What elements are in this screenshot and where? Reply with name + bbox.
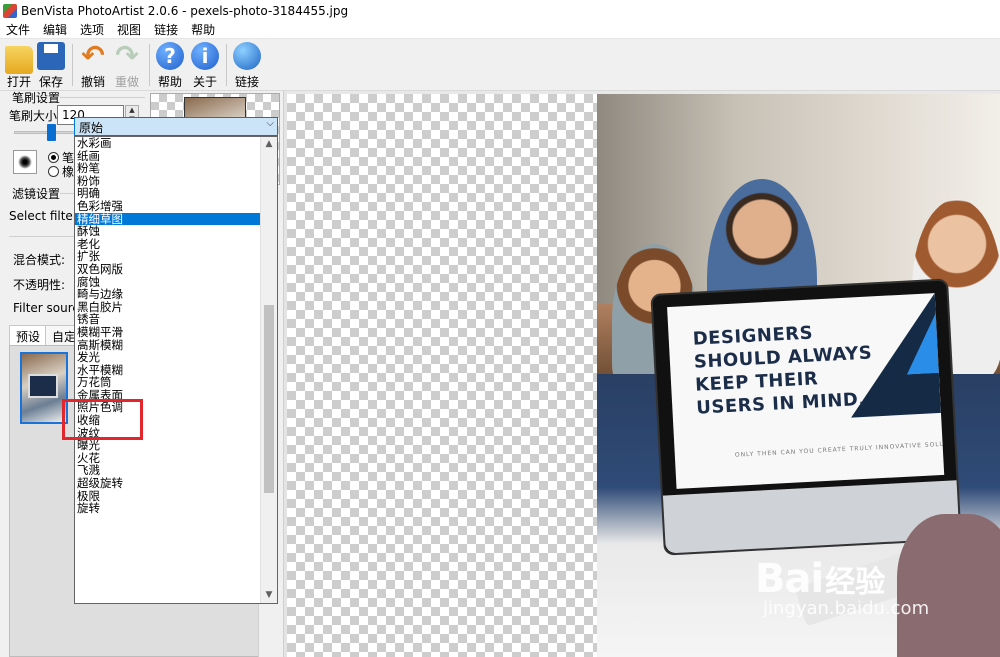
group-divider — [60, 97, 145, 98]
help-label: 帮助 — [157, 75, 182, 89]
scroll-up-icon[interactable]: ▲ — [261, 137, 277, 152]
filter-option[interactable]: 扩张 — [75, 250, 261, 263]
filter-option[interactable]: 酥蚀 — [75, 225, 261, 238]
title-bar: BenVista PhotoArtist 2.0.6 - pexels-phot… — [0, 0, 1000, 21]
about-button[interactable]: i 关于 — [188, 42, 222, 89]
scroll-down-icon[interactable]: ▼ — [261, 588, 277, 603]
open-label: 打开 — [6, 75, 31, 89]
filter-options: 水彩画 纸画 粉笔 粉饰 明确 色彩增强 精细草图 酥蚀 老化 扩张 双色网版 腐蚀 畸与边缘 黑白胶片锈… — [75, 137, 261, 515]
watermark-logo: Bai — [755, 556, 824, 602]
redo-arrow-icon: ↷ — [115, 39, 139, 72]
canvas-transparent-area[interactable] — [287, 94, 597, 657]
brush-radio[interactable] — [48, 152, 59, 163]
menu-view[interactable]: 视图 — [111, 21, 148, 38]
baidu-watermark: Bai经验 jingyan.baidu.com — [755, 556, 995, 651]
chevron-down-icon: ⌵ — [266, 118, 274, 129]
annotation-highlight-box — [62, 399, 143, 440]
undo-label: 撤销 — [80, 75, 105, 89]
save-button[interactable]: 保存 — [34, 42, 68, 89]
menu-edit[interactable]: 编辑 — [37, 21, 74, 38]
photo-monitor: DESIGNERS SHOULD ALWAYS KEEP THEIR USERS… — [650, 278, 962, 556]
redo-label: 重做 — [114, 75, 139, 89]
screen-tagline: ONLY THEN CAN YOU CREATE TRULY INNOVATIV… — [734, 439, 945, 459]
filter-option[interactable]: 曝光 — [75, 439, 261, 452]
filter-select-value: 原始 — [79, 121, 104, 135]
help-button[interactable]: ? 帮助 — [153, 42, 187, 89]
toolbar-separator — [72, 44, 73, 86]
filter-option[interactable]: 双色网版 — [75, 263, 261, 276]
folder-icon — [5, 46, 33, 74]
blend-mode-label: 混合模式: — [13, 253, 66, 267]
eraser-radio[interactable] — [48, 166, 59, 177]
menu-help[interactable]: 帮助 — [185, 21, 222, 38]
monitor-screen: DESIGNERS SHOULD ALWAYS KEEP THEIR USERS… — [667, 293, 945, 489]
filter-option[interactable]: 火花 — [75, 452, 261, 465]
filter-option[interactable]: 极限 — [75, 490, 261, 503]
floppy-disk-icon — [37, 42, 65, 70]
menu-options[interactable]: 选项 — [74, 21, 111, 38]
menu-link[interactable]: 链接 — [148, 21, 185, 38]
preset-thumbnail[interactable] — [20, 352, 68, 424]
undo-arrow-icon: ↶ — [81, 39, 105, 72]
question-mark-icon: ? — [156, 42, 184, 70]
brush-size-slider-thumb[interactable] — [47, 124, 56, 141]
opacity-label: 不透明性: — [13, 278, 66, 292]
filter-option[interactable]: 万花筒 — [75, 376, 261, 389]
screen-headline: DESIGNERS SHOULD ALWAYS KEEP THEIR USERS… — [692, 322, 873, 419]
brush-preview — [13, 150, 37, 174]
filter-option[interactable]: 模糊平滑 — [75, 326, 261, 339]
toolbar: 打开 保存 ↶ 撤销 ↷ 重做 ? 帮助 i 关于 链接 — [0, 39, 1000, 91]
open-button[interactable]: 打开 — [2, 42, 36, 89]
filter-option[interactable]: 水彩画 — [75, 137, 261, 150]
undo-button[interactable]: ↶ 撤销 — [76, 39, 110, 90]
filter-option[interactable]: 超级旋转 — [75, 477, 261, 490]
globe-icon — [233, 42, 261, 70]
link-button[interactable]: 链接 — [230, 42, 264, 89]
menu-bar: 文件 编辑 选项 视图 链接 帮助 — [0, 21, 1000, 39]
filter-option[interactable]: 老化 — [75, 238, 261, 251]
info-icon: i — [191, 42, 219, 70]
filter-option[interactable]: 明确 — [75, 187, 261, 200]
filter-option[interactable]: 黑白胶片 — [75, 301, 261, 314]
filter-option[interactable]: 畸与边缘 — [75, 288, 261, 301]
window-title: BenVista PhotoArtist 2.0.6 - pexels-phot… — [21, 3, 349, 18]
filter-option[interactable]: 锈音 — [75, 313, 261, 326]
menu-file[interactable]: 文件 — [0, 21, 37, 38]
scroll-thumb[interactable] — [264, 305, 274, 493]
brush-size-label: 笔刷大小: — [9, 109, 62, 123]
filter-option[interactable]: 飞溅 — [75, 464, 261, 477]
link-label: 链接 — [234, 75, 259, 89]
redo-button[interactable]: ↷ 重做 — [110, 39, 144, 90]
filter-option[interactable]: 水平模糊 — [75, 364, 261, 377]
save-label: 保存 — [38, 75, 63, 89]
filter-option[interactable]: 旋转 — [75, 502, 261, 515]
filter-option[interactable]: 粉笔 — [75, 162, 261, 175]
brush-settings-title: 笔刷设置 — [12, 91, 61, 105]
filter-option[interactable]: 腐蚀 — [75, 276, 261, 289]
filter-option[interactable]: 粉饰 — [75, 175, 261, 188]
filter-option[interactable]: 高斯模糊 — [75, 339, 261, 352]
toolbar-separator — [226, 44, 227, 86]
filter-option[interactable]: 发光 — [75, 351, 261, 364]
filter-option[interactable]: 精细草图 — [75, 212, 261, 226]
filter-option[interactable]: 色彩增强 — [75, 200, 261, 213]
filter-dropdown-list: 水彩画 纸画 粉笔 粉饰 明确 色彩增强 精细草图 酥蚀 老化 扩张 双色网版 腐蚀 畸与边缘 黑白胶片锈… — [74, 136, 278, 604]
filter-settings-title: 滤镜设置 — [12, 187, 61, 201]
about-label: 关于 — [192, 75, 217, 89]
filter-option[interactable]: 纸画 — [75, 150, 261, 163]
select-filter-label: Select filter: — [9, 209, 82, 223]
watermark-url: jingyan.baidu.com — [763, 598, 930, 619]
app-icon — [3, 3, 17, 18]
filter-dropdown-scrollbar[interactable]: ▲ ▼ — [260, 137, 277, 603]
toolbar-separator — [149, 44, 150, 86]
filter-select[interactable]: 原始 ⌵ — [74, 117, 278, 136]
tab-preset[interactable]: 预设 — [9, 325, 48, 346]
watermark-logo-cn: 经验 — [825, 565, 886, 600]
